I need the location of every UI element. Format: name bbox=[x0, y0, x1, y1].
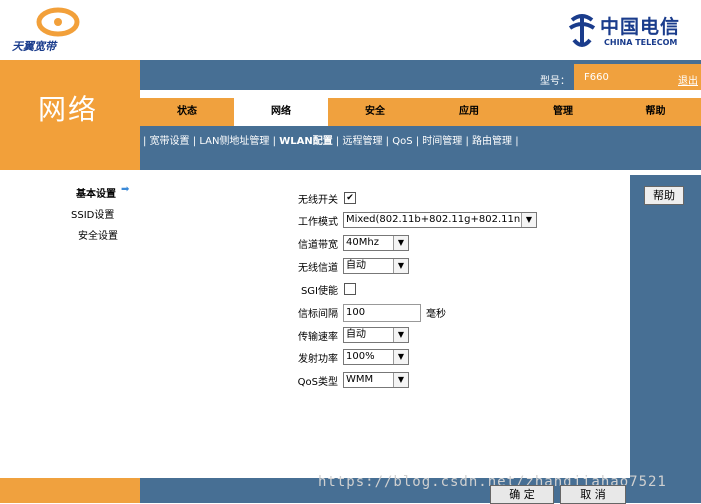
beacon-unit: 毫秒 bbox=[426, 309, 446, 320]
tab-security[interactable]: 安全 bbox=[328, 98, 422, 126]
cancel-button[interactable]: 取 消 bbox=[560, 485, 626, 504]
subnav-qos[interactable]: QoS bbox=[392, 136, 412, 147]
qos-value: WMM bbox=[346, 374, 374, 385]
subnav: | 宽带设置 | LAN侧地址管理 | WLAN配置 | 远程管理 | QoS … bbox=[143, 132, 519, 147]
tab-application[interactable]: 应用 bbox=[422, 98, 516, 126]
chevron-down-icon: ▼ bbox=[393, 259, 408, 273]
provider-name: 中国电信 bbox=[600, 16, 681, 38]
bandwidth-label: 信道带宽 bbox=[298, 240, 338, 251]
wireless-switch-checkbox[interactable]: ✔ bbox=[344, 192, 356, 204]
channel-label: 无线信道 bbox=[298, 263, 338, 274]
ok-button[interactable]: 确 定 bbox=[490, 485, 554, 504]
chevron-down-icon: ▼ bbox=[393, 350, 408, 364]
bandwidth-value: 40Mhz bbox=[346, 237, 379, 248]
brand-name: 天翼宽带 bbox=[12, 40, 56, 53]
beacon-label: 信标间隔 bbox=[298, 309, 338, 320]
wireless-switch-label: 无线开关 bbox=[298, 195, 338, 206]
qos-select[interactable]: WMM ▼ bbox=[343, 372, 409, 388]
subnav-broadband[interactable]: 宽带设置 bbox=[150, 136, 190, 147]
subnav-time[interactable]: 时间管理 bbox=[422, 136, 462, 147]
provider-sub: CHINA TELECOM bbox=[604, 38, 678, 47]
rate-label: 传输速率 bbox=[298, 332, 338, 343]
subnav-separator: | bbox=[515, 136, 519, 147]
tab-management[interactable]: 管理 bbox=[516, 98, 610, 126]
footer-left bbox=[0, 478, 140, 503]
subnav-wlan[interactable]: WLAN配置 bbox=[279, 136, 333, 147]
sgi-label: SGI使能 bbox=[300, 286, 338, 297]
logout-link[interactable]: 退出 bbox=[678, 72, 698, 87]
work-mode-select[interactable]: Mixed(802.11b+802.11g+802.11n ▼ bbox=[343, 212, 537, 228]
beacon-input[interactable] bbox=[343, 304, 421, 322]
help-button[interactable]: 帮助 bbox=[644, 186, 684, 205]
qos-label: QoS类型 bbox=[297, 377, 338, 388]
sidebar-item-security[interactable]: 安全设置 bbox=[78, 227, 118, 242]
sgi-checkbox[interactable] bbox=[344, 283, 356, 295]
work-mode-label: 工作模式 bbox=[298, 217, 338, 228]
sidebar-item-basic[interactable]: 基本设置 bbox=[76, 185, 116, 200]
work-mode-value: Mixed(802.11b+802.11g+802.11n bbox=[346, 214, 521, 225]
power-label: 发射功率 bbox=[298, 354, 338, 365]
check-icon: ✔ bbox=[346, 193, 354, 203]
channel-select[interactable]: 自动 ▼ bbox=[343, 258, 409, 274]
subnav-lan[interactable]: LAN侧地址管理 bbox=[199, 136, 269, 147]
model-label: 型号： bbox=[540, 76, 570, 87]
rate-value: 自动 bbox=[346, 329, 366, 340]
power-select[interactable]: 100% ▼ bbox=[343, 349, 409, 365]
help-panel bbox=[630, 175, 701, 478]
china-telecom-logo-icon bbox=[568, 14, 596, 47]
power-value: 100% bbox=[346, 351, 375, 362]
section-title: 网络 bbox=[38, 93, 99, 126]
rate-select[interactable]: 自动 ▼ bbox=[343, 327, 409, 343]
tianyi-logo-icon bbox=[36, 7, 80, 37]
channel-value: 自动 bbox=[346, 260, 366, 271]
tab-help[interactable]: 帮助 bbox=[610, 98, 701, 126]
model-value: F660 bbox=[584, 72, 609, 83]
tab-network[interactable]: 网络 bbox=[234, 94, 328, 126]
chevron-down-icon: ▼ bbox=[393, 328, 408, 342]
arrow-right-icon: ➡ bbox=[121, 184, 130, 195]
chevron-down-icon: ▼ bbox=[521, 213, 536, 227]
sidebar-item-ssid[interactable]: SSID设置 bbox=[71, 206, 114, 221]
tab-status[interactable]: 状态 bbox=[140, 98, 234, 126]
chevron-down-icon: ▼ bbox=[393, 373, 408, 387]
subnav-routing[interactable]: 路由管理 bbox=[472, 136, 512, 147]
bandwidth-select[interactable]: 40Mhz ▼ bbox=[343, 235, 409, 251]
subnav-remote[interactable]: 远程管理 bbox=[342, 136, 382, 147]
chevron-down-icon: ▼ bbox=[393, 236, 408, 250]
